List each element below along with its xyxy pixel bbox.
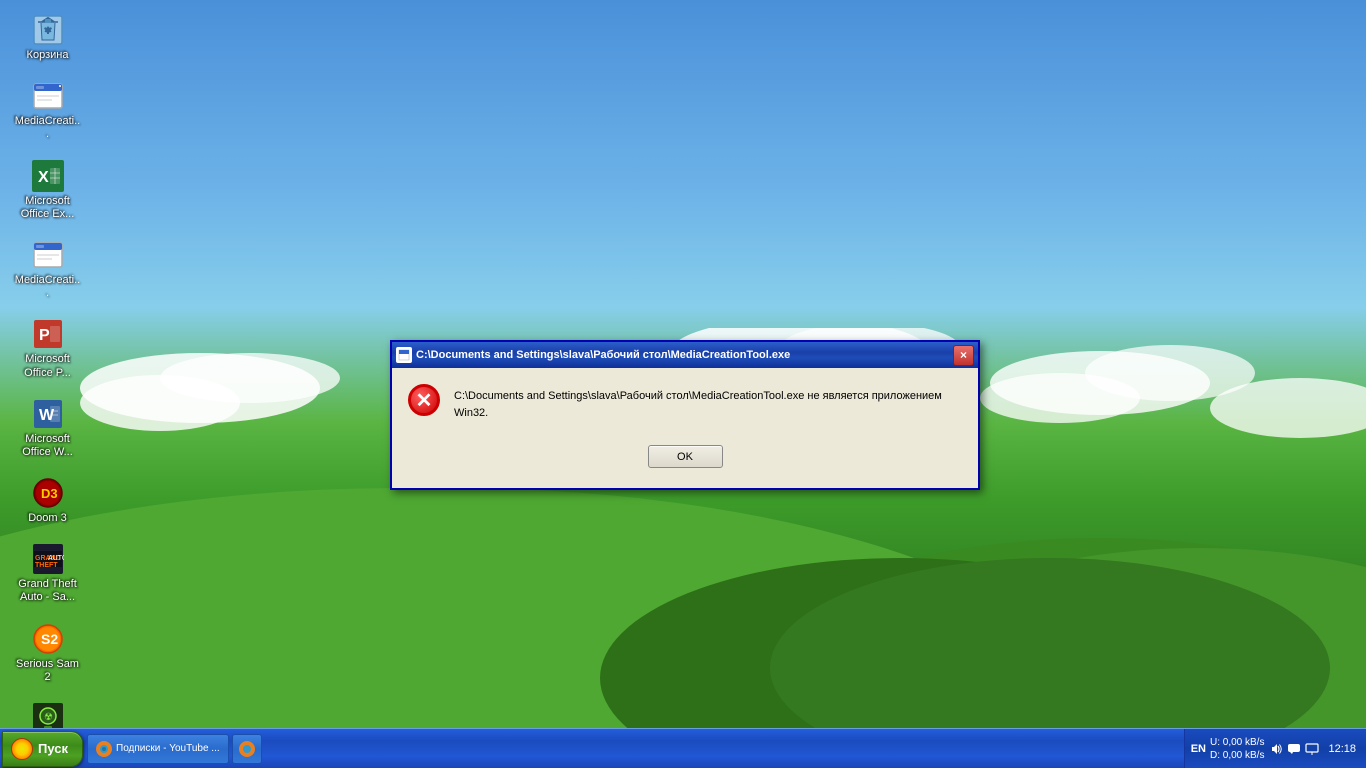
office-powerpoint-icon: P bbox=[32, 318, 64, 350]
dialog-close-button[interactable]: × bbox=[953, 345, 974, 366]
dialog-title-icon bbox=[396, 347, 412, 363]
serious-sam2-icon: S2 bbox=[32, 623, 64, 655]
ok-button[interactable]: OK bbox=[648, 445, 723, 468]
media-creation-2-label: MediaCreati... bbox=[14, 274, 81, 300]
tray-net-drive-u: U: 0,00 kB/s bbox=[1210, 736, 1264, 749]
gta-sa-icon: GRAND THEFT AUTO bbox=[32, 543, 64, 575]
taskbar-task-firefox-2[interactable] bbox=[232, 734, 262, 764]
svg-text:P: P bbox=[39, 327, 50, 344]
desktop-icon-media-creation-2[interactable]: MediaCreati... bbox=[10, 235, 85, 304]
desktop-icon-recycle-bin[interactable]: Корзина bbox=[10, 10, 85, 66]
media-creation-1-icon bbox=[32, 80, 64, 112]
tray-language[interactable]: EN bbox=[1191, 743, 1206, 755]
dialog-buttons: OK bbox=[408, 441, 962, 472]
tray-network-speed: U: 0,00 kB/s D: 0,00 kB/s bbox=[1210, 736, 1264, 762]
desktop-icon-doom3[interactable]: D3 Doom 3 bbox=[10, 473, 85, 529]
error-dialog: C:\Documents and Settings\slava\Рабочий … bbox=[390, 340, 980, 490]
drive-u-label: U: bbox=[1210, 737, 1220, 748]
desktop-icons-container: Корзина MediaCreati... X bbox=[10, 10, 85, 768]
desktop-icon-media-creation-1[interactable]: MediaCreati... bbox=[10, 76, 85, 145]
dialog-title-text: C:\Documents and Settings\slava\Рабочий … bbox=[416, 349, 949, 361]
gta-sa-label: Grand Theft Auto - Sa... bbox=[14, 578, 81, 604]
net-speed-down: 0,00 kB/s bbox=[1223, 737, 1265, 748]
recycle-bin-icon bbox=[32, 14, 64, 46]
office-word-icon: W bbox=[32, 398, 64, 430]
desktop: Корзина MediaCreati... X bbox=[0, 0, 1366, 768]
tray-area: EN U: 0,00 kB/s D: 0,00 kB/s bbox=[1184, 729, 1366, 768]
tray-icons bbox=[1268, 741, 1320, 757]
tray-icon-display[interactable] bbox=[1304, 741, 1320, 757]
start-label: Пуск bbox=[38, 741, 68, 756]
office-excel-label: Microsoft Office Ex... bbox=[14, 195, 81, 221]
firefox-task-icon-1 bbox=[96, 741, 112, 757]
doom3-icon: D3 bbox=[32, 477, 64, 509]
desktop-icon-serious-sam2[interactable]: S2 Serious Sam 2 bbox=[10, 619, 85, 688]
tray-clock[interactable]: 12:18 bbox=[1324, 743, 1360, 755]
svg-text:X: X bbox=[38, 169, 49, 186]
svg-text:D3: D3 bbox=[41, 486, 58, 501]
desktop-icon-gta-sa[interactable]: GRAND THEFT AUTO Grand Theft Auto - Sa..… bbox=[10, 539, 85, 608]
tray-icon-volume[interactable] bbox=[1268, 741, 1284, 757]
serious-sam2-label: Serious Sam 2 bbox=[14, 658, 81, 684]
taskbar: Пуск Подписки - YouTube ... bbox=[0, 728, 1366, 768]
media-creation-1-label: MediaCreati... bbox=[14, 115, 81, 141]
tray-icon-chat[interactable] bbox=[1286, 741, 1302, 757]
media-creation-2-icon bbox=[32, 239, 64, 271]
taskbar-tasks: Подписки - YouTube ... bbox=[83, 729, 1184, 768]
drive-d-label: D: bbox=[1210, 750, 1220, 761]
dialog-body: ✕ C:\Documents and Settings\slava\Рабочи… bbox=[392, 368, 978, 488]
office-excel-icon: X bbox=[32, 160, 64, 192]
windows-logo bbox=[11, 738, 33, 760]
dialog-message: C:\Documents and Settings\slava\Рабочий … bbox=[454, 384, 962, 421]
dialog-titlebar: C:\Documents and Settings\slava\Рабочий … bbox=[392, 342, 978, 368]
svg-text:S2: S2 bbox=[41, 631, 58, 647]
svg-text:AUTO: AUTO bbox=[48, 555, 64, 562]
desktop-icon-office-word[interactable]: W Microsoft Office W... bbox=[10, 394, 85, 463]
doom3-label: Doom 3 bbox=[28, 512, 67, 525]
office-powerpoint-label: Microsoft Office P... bbox=[14, 353, 81, 379]
office-word-label: Microsoft Office W... bbox=[14, 433, 81, 459]
recycle-bin-label: Корзина bbox=[27, 49, 69, 62]
desktop-icon-office-excel[interactable]: X Microsoft Office Ex... bbox=[10, 156, 85, 225]
firefox-task-label-1: Подписки - YouTube ... bbox=[116, 743, 220, 754]
svg-text:☢: ☢ bbox=[44, 712, 53, 723]
svg-text:THEFT: THEFT bbox=[35, 562, 58, 569]
start-button[interactable]: Пуск bbox=[2, 731, 83, 767]
firefox-task-icon-2 bbox=[239, 741, 255, 757]
net-speed-up: 0,00 kB/s bbox=[1223, 750, 1265, 761]
error-icon: ✕ bbox=[408, 384, 440, 416]
dialog-content: ✕ C:\Documents and Settings\slava\Рабочи… bbox=[408, 384, 962, 421]
taskbar-task-firefox-1[interactable]: Подписки - YouTube ... bbox=[87, 734, 229, 764]
desktop-icon-office-powerpoint[interactable]: P Microsoft Office P... bbox=[10, 314, 85, 383]
tray-net-drive-d: D: 0,00 kB/s bbox=[1210, 749, 1264, 762]
